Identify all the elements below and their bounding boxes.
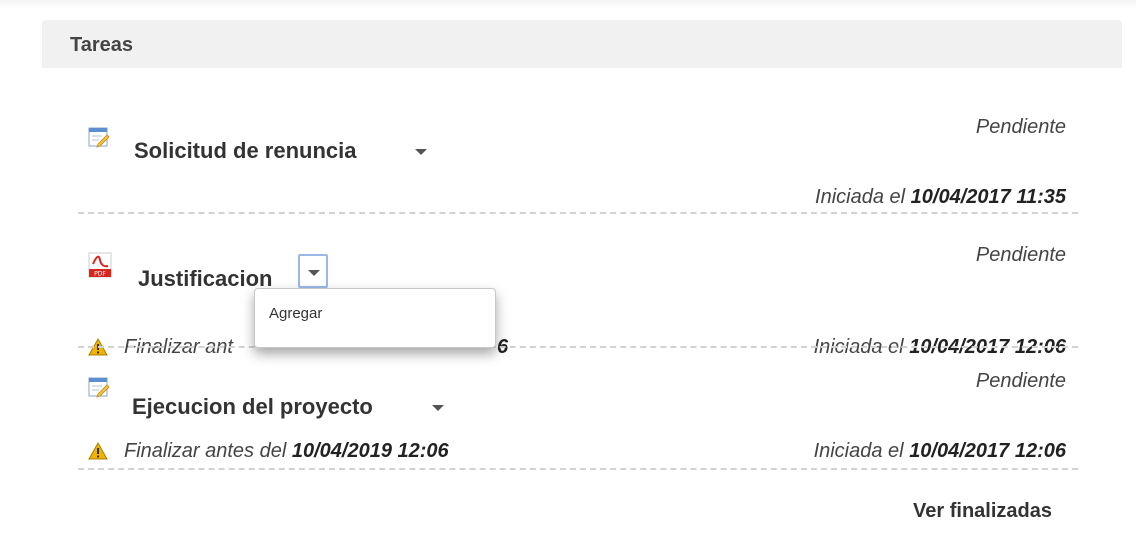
- task-name[interactable]: Ejecucion del proyecto: [132, 394, 373, 420]
- task-item: PDF Justificacion Pendiente Finalizar an…: [42, 240, 1122, 358]
- task-status: Pendiente: [975, 116, 1066, 138]
- svg-text:PDF: PDF: [94, 271, 106, 278]
- divider: [78, 212, 1078, 214]
- chevron-down-icon: [308, 270, 320, 276]
- task-item: Ejecucion del proyecto Pendiente Finaliz…: [42, 370, 1122, 490]
- panel-title: Tareas: [70, 34, 134, 56]
- top-shadow: [0, 0, 1136, 8]
- warning-icon: [88, 442, 108, 460]
- pdf-icon: PDF: [88, 252, 112, 278]
- task-deadline: Finalizar antes del 10/04/2019 12:06: [124, 440, 449, 462]
- form-edit-icon: [88, 377, 110, 398]
- chevron-down-icon[interactable]: [415, 149, 427, 155]
- menu-item-agregar[interactable]: Agregar: [269, 305, 322, 322]
- task-name[interactable]: Solicitud de renuncia: [134, 138, 356, 164]
- tasks-panel: Tareas Solicitud de renuncia Pendiente I…: [42, 20, 1122, 488]
- task-started: Iniciada el 10/04/2017 11:35: [815, 186, 1066, 208]
- view-finished-link[interactable]: Ver finalizadas: [913, 500, 1052, 523]
- divider: [78, 346, 1078, 348]
- divider: [78, 468, 1078, 470]
- form-edit-icon: [88, 127, 110, 148]
- chevron-down-icon[interactable]: [432, 405, 444, 411]
- task-started: Iniciada el 10/04/2017 12:06: [813, 440, 1066, 462]
- task-name[interactable]: Justificacion: [138, 266, 272, 292]
- panel-header: Tareas: [42, 20, 1122, 68]
- task-menu-toggle[interactable]: [298, 254, 328, 288]
- task-status: Pendiente: [975, 370, 1066, 392]
- task-item: Solicitud de renuncia Pendiente Iniciada…: [42, 116, 1122, 216]
- task-status: Pendiente: [975, 244, 1066, 266]
- task-dropdown-menu: Agregar: [254, 288, 496, 348]
